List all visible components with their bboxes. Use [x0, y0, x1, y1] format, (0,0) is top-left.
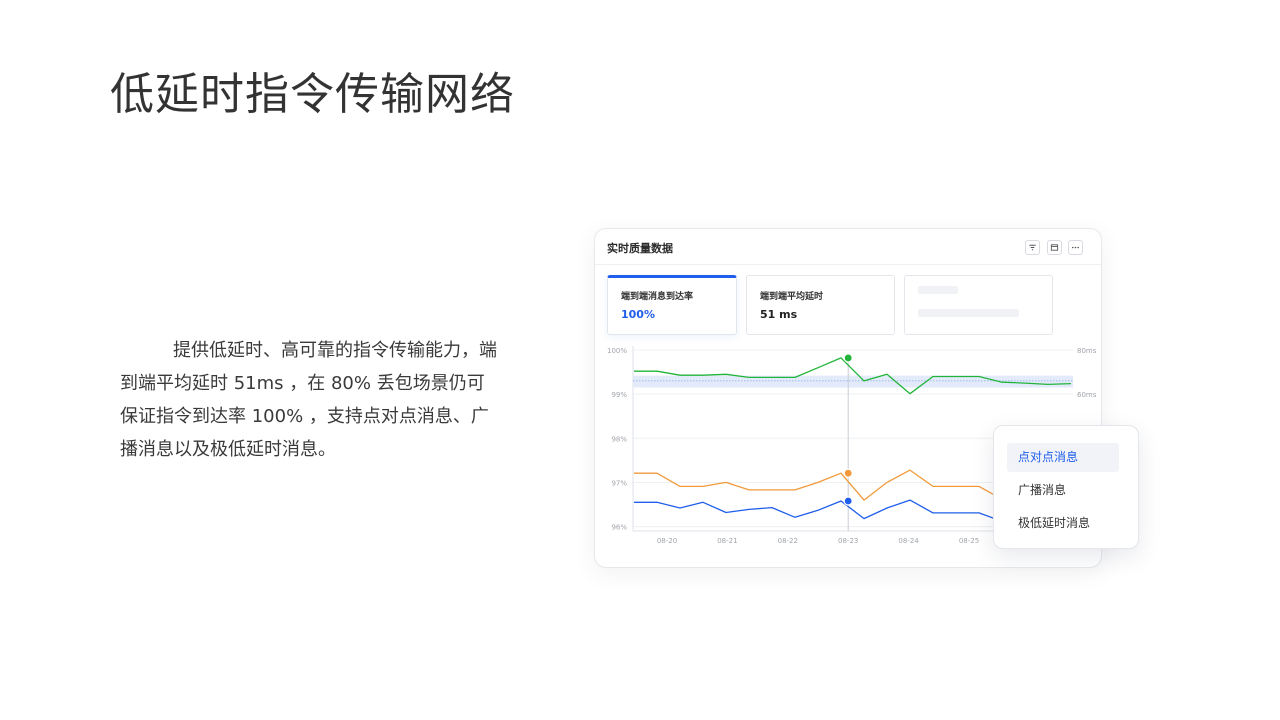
- menu-item-p2p[interactable]: 点对点消息: [1007, 443, 1119, 472]
- x-tick-label: 08-20: [657, 537, 677, 545]
- y-tick-label: 96%: [611, 524, 627, 532]
- description-text: 提供低延时、高可靠的指令传输能力，端到端平均延时 51ms ，在 80% 丢包场…: [120, 340, 497, 460]
- target-band: [633, 375, 1073, 388]
- hover-point: [843, 468, 853, 478]
- x-tick-label: 08-21: [717, 537, 737, 545]
- menu-item-broadcast[interactable]: 广播消息: [1007, 476, 1119, 505]
- x-tick-label: 08-23: [838, 537, 858, 545]
- y-tick-label: 98%: [611, 435, 627, 443]
- hover-point: [843, 496, 853, 506]
- message-type-menu: 点对点消息 广播消息 极低延时消息: [993, 425, 1139, 549]
- x-tick-label: 08-25: [959, 537, 979, 545]
- x-tick-label: 08-22: [778, 537, 798, 545]
- y2-tick-label: 60ms: [1077, 391, 1097, 399]
- y-tick-label: 100%: [607, 347, 627, 355]
- hover-point: [843, 353, 853, 363]
- x-tick-label: 08-24: [898, 537, 919, 545]
- y2-tick-label: 80ms: [1077, 347, 1097, 355]
- y-tick-label: 97%: [611, 479, 627, 487]
- menu-item-low-latency[interactable]: 极低延时消息: [1007, 509, 1119, 538]
- description: 提供低延时、高可靠的指令传输能力，端到端平均延时 51ms ，在 80% 丢包场…: [120, 334, 500, 466]
- y-tick-label: 99%: [611, 391, 627, 399]
- slide-title: 低延时指令传输网络: [110, 69, 515, 120]
